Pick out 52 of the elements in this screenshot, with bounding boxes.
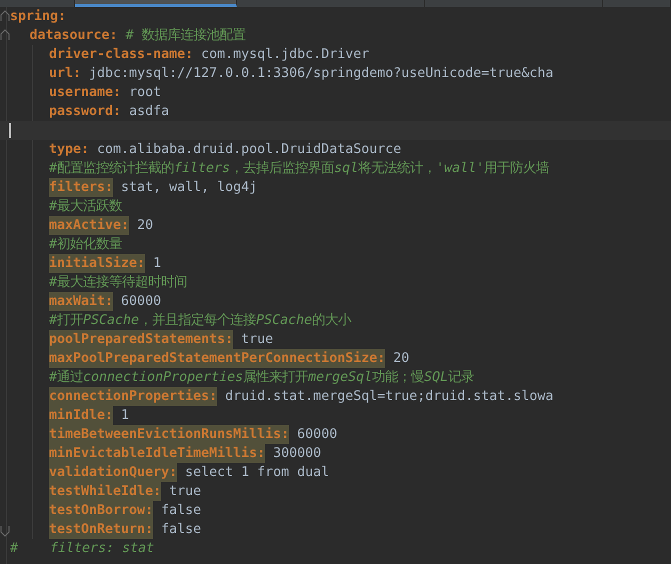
- yaml-key: datasource:: [30, 26, 118, 46]
- yaml-value: com.mysql.jdbc.Driver: [201, 46, 370, 64]
- code-comment: # 数据库连接池配置: [126, 26, 246, 45]
- yaml-value: false: [161, 502, 202, 520]
- yaml-key: maxWait:: [49, 292, 114, 312]
- yaml-key: poolPreparedStatements:: [49, 330, 234, 350]
- yaml-key: maxActive:: [49, 216, 130, 236]
- fold-icon[interactable]: [0, 526, 10, 538]
- yaml-key: connectionProperties:: [49, 386, 218, 406]
- yaml-key: filters:: [49, 178, 114, 198]
- code-comment: #最大活跃数: [49, 198, 122, 216]
- yaml-value: 1: [153, 254, 162, 273]
- yaml-value: asdfa: [129, 102, 170, 121]
- code-comment: # filters: stat: [10, 540, 154, 558]
- yaml-key: maxPoolPreparedStatementPerConnectionSize:: [49, 348, 386, 368]
- yaml-value: jdbc:mysql://127.0.0.1:3306/springdemo?useUnicode=true&cha: [89, 64, 554, 83]
- yaml-key: timeBetweenEvictionRunsMillis:: [49, 424, 290, 444]
- yaml-value: 300000: [273, 444, 322, 463]
- yaml-key: testOnBorrow:: [49, 500, 154, 520]
- yaml-value: 60000: [297, 426, 338, 444]
- yaml-value: com.alibaba.druid.pool.DruidDataSource: [97, 140, 402, 159]
- yaml-key: type:: [49, 140, 90, 160]
- code-comment: #通过connectionProperties属性来打开mergeSql功能；慢SQL记录: [49, 368, 474, 387]
- yaml-value: true: [169, 482, 202, 501]
- yaml-value: stat, wall, log4j: [121, 178, 258, 197]
- yaml-key: minEvictableIdleTimeMillis:: [49, 444, 266, 464]
- yaml-key: initialSize:: [49, 254, 146, 274]
- fold-icon[interactable]: [0, 28, 10, 40]
- code-comment: #最大连接等待超时时间: [49, 274, 188, 292]
- yaml-key: testOnReturn:: [49, 520, 154, 540]
- yaml-value: 60000: [121, 292, 162, 311]
- code-comment: #配置监控统计拦截的filters，去掉后监控界面sql将无法统计，'wall'用于防火墙: [49, 160, 550, 178]
- yaml-value: 20: [393, 350, 410, 368]
- yaml-key: password:: [49, 102, 122, 122]
- yaml-key: driver-class-name:: [49, 44, 194, 64]
- yaml-value: druid.stat.mergeSql=true;druid.stat.slowa: [225, 388, 554, 406]
- yaml-key: testWhileIdle:: [49, 482, 162, 502]
- yaml-value: select 1 from dual: [185, 464, 330, 482]
- yaml-value: false: [161, 520, 202, 539]
- editor-tab[interactable]: [75, 0, 237, 7]
- yaml-value: 20: [137, 216, 154, 235]
- yaml-key: spring:: [10, 6, 66, 26]
- yaml-key: username:: [49, 82, 122, 102]
- yaml-key: url:: [49, 64, 82, 84]
- fold-icon[interactable]: [0, 9, 10, 21]
- yaml-value: 1: [121, 406, 130, 425]
- code-comment: #打开PSCache，并且指定每个连接PSCache的大小: [49, 312, 352, 330]
- yaml-key: minIdle:: [49, 406, 114, 426]
- yaml-value: root: [129, 84, 162, 102]
- yaml-key: validationQuery:: [49, 462, 178, 482]
- code-comment: #初始化数量: [49, 236, 122, 254]
- yaml-value: true: [241, 330, 274, 349]
